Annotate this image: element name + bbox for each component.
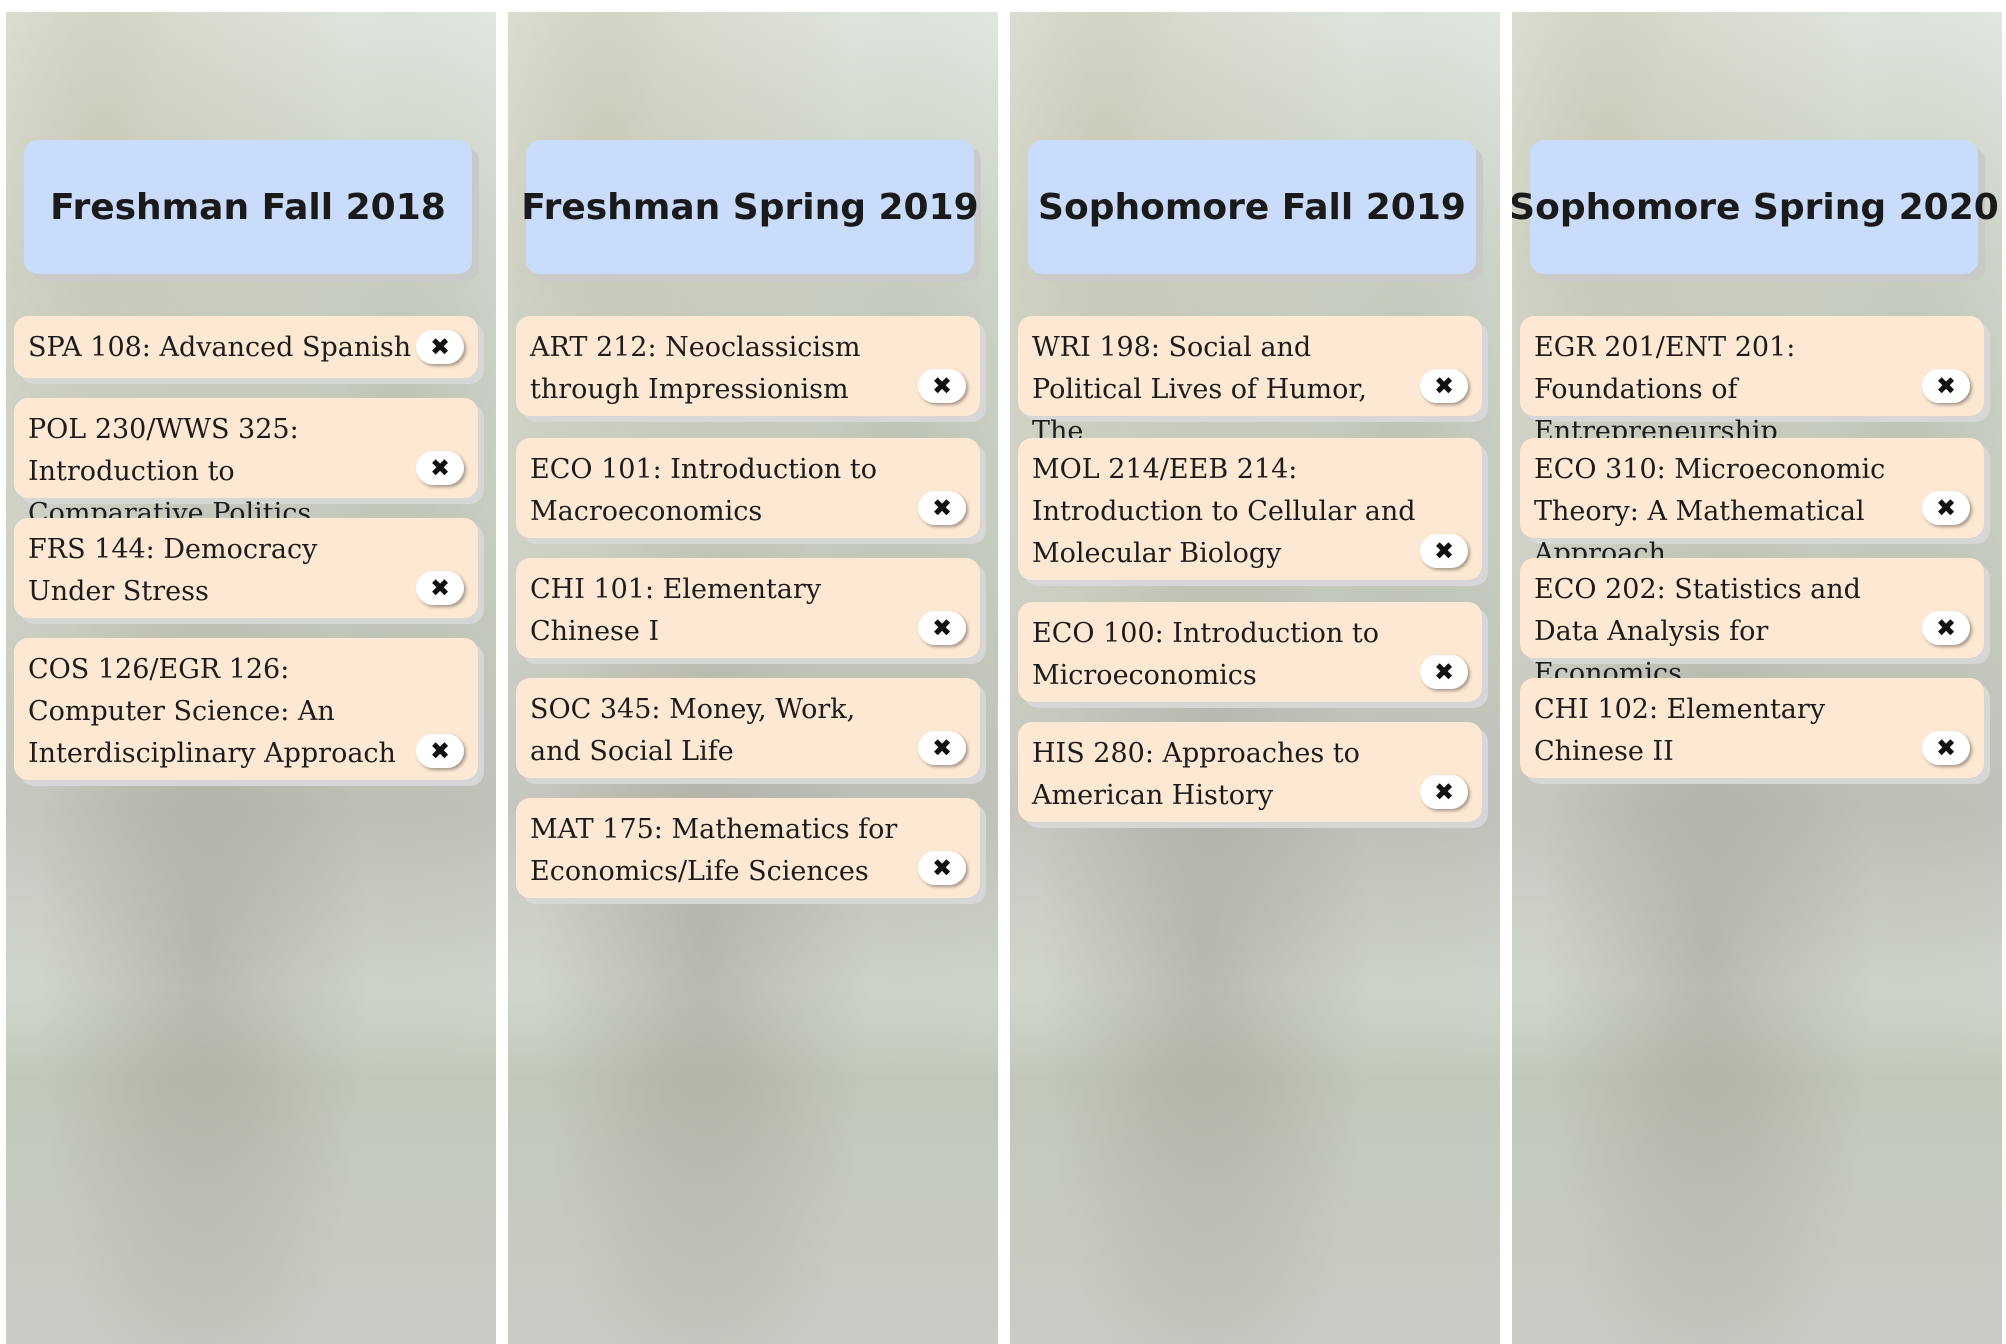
course-card[interactable]: FRS 144: Democracy Under Stress ✖ — [14, 518, 478, 618]
course-label: POL 230/WWS 325: Introduction to Compara… — [28, 414, 312, 529]
remove-course-button[interactable]: ✖ — [416, 571, 464, 605]
course-label: CHI 101: Elementary Chinese I — [530, 574, 822, 647]
course-label: WRI 198: Social and Political Lives of H… — [1032, 332, 1367, 447]
course-card[interactable]: SPA 108: Advanced Spanish ✖ — [14, 316, 478, 378]
course-card[interactable]: ART 212: Neoclassicism through Impressio… — [516, 316, 980, 416]
course-card[interactable]: MAT 175: Mathematics for Economics/Life … — [516, 798, 980, 898]
close-icon: ✖ — [931, 372, 953, 400]
course-label: MAT 175: Mathematics for Economics/Life … — [530, 814, 898, 887]
close-icon: ✖ — [1433, 537, 1455, 565]
course-card[interactable]: COS 126/EGR 126: Computer Science: An In… — [14, 638, 478, 780]
remove-course-button[interactable]: ✖ — [1922, 611, 1970, 645]
close-icon: ✖ — [931, 494, 953, 522]
remove-course-button[interactable]: ✖ — [1922, 491, 1970, 525]
course-label: ECO 100: Introduction to Microeconomics — [1032, 618, 1379, 691]
course-card[interactable]: SOC 345: Money, Work, and Social Life ✖ — [516, 678, 980, 778]
course-label: CHI 102: Elementary Chinese II — [1534, 694, 1826, 767]
remove-course-button[interactable]: ✖ — [416, 451, 464, 485]
close-icon: ✖ — [429, 333, 451, 361]
semester-board: Freshman Fall 2018 SPA 108: Advanced Spa… — [6, 12, 2002, 1344]
course-card[interactable]: CHI 102: Elementary Chinese II ✖ — [1520, 678, 1984, 778]
close-icon: ✖ — [931, 614, 953, 642]
close-icon: ✖ — [1935, 734, 1957, 762]
remove-course-button[interactable]: ✖ — [918, 611, 966, 645]
close-icon: ✖ — [1935, 494, 1957, 522]
semester-header: Freshman Fall 2018 — [24, 140, 472, 274]
course-label: ECO 202: Statistics and Data Analysis fo… — [1534, 574, 1861, 689]
course-card[interactable]: ECO 100: Introduction to Microeconomics … — [1018, 602, 1482, 702]
course-card[interactable]: WRI 198: Social and Political Lives of H… — [1018, 316, 1482, 447]
semester-column: Freshman Fall 2018 SPA 108: Advanced Spa… — [6, 12, 496, 1344]
course-label: ECO 101: Introduction to Macroeconomics — [530, 454, 877, 527]
remove-course-button[interactable]: ✖ — [416, 734, 464, 768]
close-icon: ✖ — [429, 574, 451, 602]
close-icon: ✖ — [1935, 614, 1957, 642]
course-card[interactable]: POL 230/WWS 325: Introduction to Compara… — [14, 398, 478, 529]
close-icon: ✖ — [931, 854, 953, 882]
remove-course-button[interactable]: ✖ — [416, 330, 464, 364]
remove-course-button[interactable]: ✖ — [1420, 369, 1468, 403]
semester-column: Freshman Spring 2019 ART 212: Neoclassic… — [508, 12, 998, 1344]
close-icon: ✖ — [1433, 658, 1455, 686]
close-icon: ✖ — [1935, 372, 1957, 400]
remove-course-button[interactable]: ✖ — [1922, 731, 1970, 765]
remove-course-button[interactable]: ✖ — [918, 369, 966, 403]
remove-course-button[interactable]: ✖ — [918, 491, 966, 525]
course-label: HIS 280: Approaches to American History — [1032, 738, 1360, 811]
course-card[interactable]: MOL 214/EEB 214: Introduction to Cellula… — [1018, 438, 1482, 580]
course-label: FRS 144: Democracy Under Stress — [28, 534, 318, 607]
course-card[interactable]: CHI 101: Elementary Chinese I ✖ — [516, 558, 980, 658]
semester-header: Sophomore Spring 2020 — [1512, 140, 1999, 274]
semester-header: Freshman Spring 2019 — [521, 140, 979, 274]
course-label: ART 212: Neoclassicism through Impressio… — [530, 332, 861, 405]
close-icon: ✖ — [1433, 372, 1455, 400]
course-label: SPA 108: Advanced Spanish — [28, 332, 412, 363]
course-card[interactable]: ECO 310: Microeconomic Theory: A Mathema… — [1520, 438, 1984, 569]
remove-course-button[interactable]: ✖ — [1420, 655, 1468, 689]
course-label: MOL 214/EEB 214: Introduction to Cellula… — [1032, 454, 1416, 569]
close-icon: ✖ — [429, 454, 451, 482]
close-icon: ✖ — [931, 734, 953, 762]
remove-course-button[interactable]: ✖ — [1420, 534, 1468, 568]
remove-course-button[interactable]: ✖ — [1420, 775, 1468, 809]
course-card[interactable]: ECO 101: Introduction to Macroeconomics … — [516, 438, 980, 538]
course-card[interactable]: EGR 201/ENT 201: Foundations of Entrepre… — [1520, 316, 1984, 447]
course-card[interactable]: HIS 280: Approaches to American History … — [1018, 722, 1482, 822]
semester-column: Sophomore Spring 2020 EGR 201/ENT 201: F… — [1512, 12, 2002, 1344]
course-card[interactable]: ECO 202: Statistics and Data Analysis fo… — [1520, 558, 1984, 689]
semester-header: Sophomore Fall 2019 — [1028, 140, 1476, 274]
remove-course-button[interactable]: ✖ — [918, 851, 966, 885]
remove-course-button[interactable]: ✖ — [918, 731, 966, 765]
course-label: SOC 345: Money, Work, and Social Life — [530, 694, 856, 767]
course-label: EGR 201/ENT 201: Foundations of Entrepre… — [1534, 332, 1796, 447]
close-icon: ✖ — [429, 737, 451, 765]
course-label: COS 126/EGR 126: Computer Science: An In… — [28, 654, 396, 769]
remove-course-button[interactable]: ✖ — [1922, 369, 1970, 403]
course-label: ECO 310: Microeconomic Theory: A Mathema… — [1534, 454, 1886, 569]
close-icon: ✖ — [1433, 778, 1455, 806]
semester-column: Sophomore Fall 2019 WRI 198: Social and … — [1010, 12, 1500, 1344]
